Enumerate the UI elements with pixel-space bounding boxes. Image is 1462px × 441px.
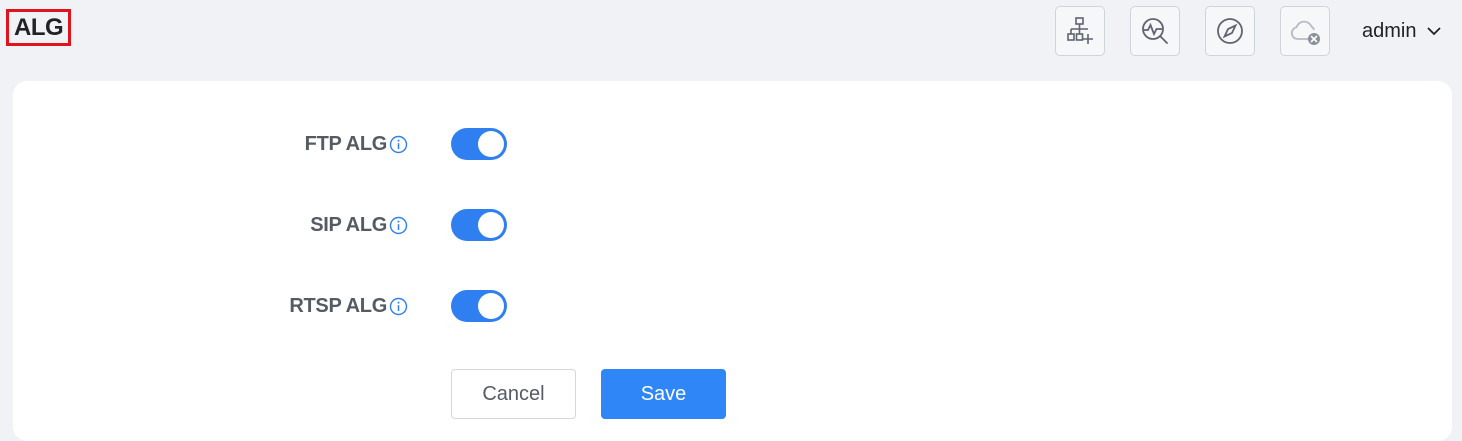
- setting-label: RTSP ALG: [289, 294, 387, 317]
- ftp-alg-toggle[interactable]: [451, 128, 507, 160]
- cloud-disconnected-icon: [1286, 14, 1324, 48]
- network-add-button[interactable]: [1055, 6, 1105, 56]
- toggle-knob: [478, 293, 504, 319]
- setting-row-ftp-alg: FTP ALG: [13, 124, 1452, 164]
- info-icon[interactable]: [389, 216, 408, 235]
- save-button[interactable]: Save: [601, 369, 726, 419]
- compass-button[interactable]: [1205, 6, 1255, 56]
- cancel-button[interactable]: Cancel: [451, 369, 576, 419]
- settings-card: FTP ALG SIP ALG RTSP ALG Cancel Save: [13, 81, 1452, 441]
- info-icon[interactable]: [389, 297, 408, 316]
- rtsp-alg-toggle[interactable]: [451, 290, 507, 322]
- compass-icon: [1213, 14, 1247, 48]
- setting-label: FTP ALG: [304, 132, 388, 155]
- toggle-knob: [478, 212, 504, 238]
- user-name: admin: [1362, 19, 1417, 42]
- setting-row-rtsp-alg: RTSP ALG: [13, 286, 1452, 326]
- setting-label: SIP ALG: [310, 213, 387, 236]
- toggle-knob: [478, 131, 504, 157]
- page-title: ALG: [6, 9, 72, 46]
- diagnostics-button[interactable]: [1130, 6, 1180, 56]
- chevron-down-icon: [1426, 26, 1442, 36]
- info-icon[interactable]: [389, 135, 408, 154]
- user-menu[interactable]: admin: [1362, 18, 1442, 44]
- top-bar: ALG admin: [0, 0, 1462, 80]
- cloud-status-button[interactable]: [1280, 6, 1330, 56]
- diagnostics-search-icon: [1138, 14, 1172, 48]
- sip-alg-toggle[interactable]: [451, 209, 507, 241]
- setting-row-sip-alg: SIP ALG: [13, 205, 1452, 245]
- network-add-icon: [1063, 14, 1097, 48]
